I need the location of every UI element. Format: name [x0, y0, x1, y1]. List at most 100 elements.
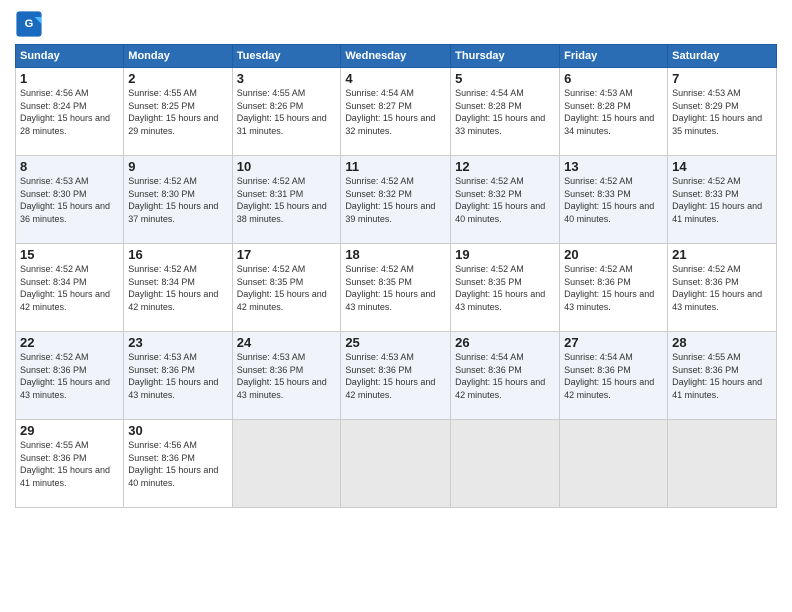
day-detail: Sunrise: 4:52 AMSunset: 8:32 PMDaylight:…: [345, 175, 446, 225]
calendar-cell: 25Sunrise: 4:53 AMSunset: 8:36 PMDayligh…: [341, 332, 451, 420]
day-number: 5: [455, 71, 555, 86]
day-number: 12: [455, 159, 555, 174]
calendar-cell: 16Sunrise: 4:52 AMSunset: 8:34 PMDayligh…: [124, 244, 232, 332]
day-detail: Sunrise: 4:55 AMSunset: 8:26 PMDaylight:…: [237, 87, 337, 137]
calendar-cell: [668, 420, 777, 508]
day-detail: Sunrise: 4:52 AMSunset: 8:33 PMDaylight:…: [564, 175, 663, 225]
day-detail: Sunrise: 4:55 AMSunset: 8:36 PMDaylight:…: [672, 351, 772, 401]
day-detail: Sunrise: 4:53 AMSunset: 8:36 PMDaylight:…: [237, 351, 337, 401]
day-number: 24: [237, 335, 337, 350]
calendar-cell: 5Sunrise: 4:54 AMSunset: 8:28 PMDaylight…: [451, 68, 560, 156]
calendar-cell: [451, 420, 560, 508]
day-number: 9: [128, 159, 227, 174]
calendar-cell: 4Sunrise: 4:54 AMSunset: 8:27 PMDaylight…: [341, 68, 451, 156]
calendar-week-row: 22Sunrise: 4:52 AMSunset: 8:36 PMDayligh…: [16, 332, 777, 420]
calendar-cell: 12Sunrise: 4:52 AMSunset: 8:32 PMDayligh…: [451, 156, 560, 244]
day-detail: Sunrise: 4:53 AMSunset: 8:29 PMDaylight:…: [672, 87, 772, 137]
day-detail: Sunrise: 4:55 AMSunset: 8:36 PMDaylight:…: [20, 439, 119, 489]
calendar-cell: 7Sunrise: 4:53 AMSunset: 8:29 PMDaylight…: [668, 68, 777, 156]
day-number: 1: [20, 71, 119, 86]
day-detail: Sunrise: 4:53 AMSunset: 8:28 PMDaylight:…: [564, 87, 663, 137]
day-detail: Sunrise: 4:53 AMSunset: 8:30 PMDaylight:…: [20, 175, 119, 225]
calendar-cell: 18Sunrise: 4:52 AMSunset: 8:35 PMDayligh…: [341, 244, 451, 332]
calendar-cell: 2Sunrise: 4:55 AMSunset: 8:25 PMDaylight…: [124, 68, 232, 156]
calendar-cell: 24Sunrise: 4:53 AMSunset: 8:36 PMDayligh…: [232, 332, 341, 420]
calendar-cell: 23Sunrise: 4:53 AMSunset: 8:36 PMDayligh…: [124, 332, 232, 420]
calendar-table: SundayMondayTuesdayWednesdayThursdayFrid…: [15, 44, 777, 508]
weekday-header: Sunday: [16, 45, 124, 68]
day-number: 25: [345, 335, 446, 350]
calendar-week-row: 1Sunrise: 4:56 AMSunset: 8:24 PMDaylight…: [16, 68, 777, 156]
day-detail: Sunrise: 4:52 AMSunset: 8:30 PMDaylight:…: [128, 175, 227, 225]
day-detail: Sunrise: 4:52 AMSunset: 8:31 PMDaylight:…: [237, 175, 337, 225]
day-detail: Sunrise: 4:54 AMSunset: 8:28 PMDaylight:…: [455, 87, 555, 137]
day-number: 16: [128, 247, 227, 262]
day-detail: Sunrise: 4:55 AMSunset: 8:25 PMDaylight:…: [128, 87, 227, 137]
day-detail: Sunrise: 4:52 AMSunset: 8:36 PMDaylight:…: [564, 263, 663, 313]
page: G SundayMondayTuesdayWednesdayThursdayFr…: [0, 0, 792, 612]
calendar-cell: 20Sunrise: 4:52 AMSunset: 8:36 PMDayligh…: [560, 244, 668, 332]
weekday-header-row: SundayMondayTuesdayWednesdayThursdayFrid…: [16, 45, 777, 68]
day-number: 7: [672, 71, 772, 86]
calendar-cell: 27Sunrise: 4:54 AMSunset: 8:36 PMDayligh…: [560, 332, 668, 420]
day-detail: Sunrise: 4:53 AMSunset: 8:36 PMDaylight:…: [345, 351, 446, 401]
day-number: 10: [237, 159, 337, 174]
weekday-header: Wednesday: [341, 45, 451, 68]
calendar-cell: 8Sunrise: 4:53 AMSunset: 8:30 PMDaylight…: [16, 156, 124, 244]
day-detail: Sunrise: 4:53 AMSunset: 8:36 PMDaylight:…: [128, 351, 227, 401]
calendar-cell: 15Sunrise: 4:52 AMSunset: 8:34 PMDayligh…: [16, 244, 124, 332]
calendar-cell: 10Sunrise: 4:52 AMSunset: 8:31 PMDayligh…: [232, 156, 341, 244]
header: G: [15, 10, 777, 38]
calendar-week-row: 8Sunrise: 4:53 AMSunset: 8:30 PMDaylight…: [16, 156, 777, 244]
weekday-header: Tuesday: [232, 45, 341, 68]
calendar-cell: 1Sunrise: 4:56 AMSunset: 8:24 PMDaylight…: [16, 68, 124, 156]
calendar-cell: 13Sunrise: 4:52 AMSunset: 8:33 PMDayligh…: [560, 156, 668, 244]
logo-svg: G: [15, 10, 43, 38]
day-detail: Sunrise: 4:52 AMSunset: 8:32 PMDaylight:…: [455, 175, 555, 225]
day-detail: Sunrise: 4:52 AMSunset: 8:33 PMDaylight:…: [672, 175, 772, 225]
day-number: 6: [564, 71, 663, 86]
day-number: 21: [672, 247, 772, 262]
weekday-header: Thursday: [451, 45, 560, 68]
day-number: 29: [20, 423, 119, 438]
day-number: 17: [237, 247, 337, 262]
calendar-week-row: 15 Sunrise: 4:52 AMSunset: 8:34 PMDayligh…: [16, 244, 777, 332]
day-number: 19: [455, 247, 555, 262]
day-number: 20: [564, 247, 663, 262]
calendar-cell: 3Sunrise: 4:55 AMSunset: 8:26 PMDaylight…: [232, 68, 341, 156]
calendar-cell: 22Sunrise: 4:52 AMSunset: 8:36 PMDayligh…: [16, 332, 124, 420]
calendar-cell: [560, 420, 668, 508]
day-detail: Sunrise: 4:54 AMSunset: 8:27 PMDaylight:…: [345, 87, 446, 137]
day-number: 14: [672, 159, 772, 174]
day-number: 4: [345, 71, 446, 86]
day-detail: Sunrise: 4:52 AMSunset: 8:36 PMDaylight:…: [672, 263, 772, 313]
day-detail: Sunrise: 4:52 AMSunset: 8:35 PMDaylight:…: [345, 263, 446, 313]
day-detail: Sunrise: 4:52 AMSunset: 8:34 PMDaylight:…: [128, 263, 227, 313]
calendar-cell: 28Sunrise: 4:55 AMSunset: 8:36 PMDayligh…: [668, 332, 777, 420]
weekday-header: Monday: [124, 45, 232, 68]
calendar-cell: 19Sunrise: 4:52 AMSunset: 8:35 PMDayligh…: [451, 244, 560, 332]
calendar-cell: 29Sunrise: 4:55 AMSunset: 8:36 PMDayligh…: [16, 420, 124, 508]
day-number: 26: [455, 335, 555, 350]
calendar-cell: 9Sunrise: 4:52 AMSunset: 8:30 PMDaylight…: [124, 156, 232, 244]
day-detail: Sunrise: 4:56 AMSunset: 8:36 PMDaylight:…: [128, 439, 227, 489]
calendar-cell: 30Sunrise: 4:56 AMSunset: 8:36 PMDayligh…: [124, 420, 232, 508]
day-number: 27: [564, 335, 663, 350]
day-number: 15: [20, 247, 119, 262]
calendar-cell: 17Sunrise: 4:52 AMSunset: 8:35 PMDayligh…: [232, 244, 341, 332]
calendar-cell: [341, 420, 451, 508]
calendar-cell: 11Sunrise: 4:52 AMSunset: 8:32 PMDayligh…: [341, 156, 451, 244]
day-number: 8: [20, 159, 119, 174]
day-number: 11: [345, 159, 446, 174]
day-number: 28: [672, 335, 772, 350]
calendar-week-row: 29Sunrise: 4:55 AMSunset: 8:36 PMDayligh…: [16, 420, 777, 508]
calendar-cell: 14Sunrise: 4:52 AMSunset: 8:33 PMDayligh…: [668, 156, 777, 244]
weekday-header: Friday: [560, 45, 668, 68]
logo: G: [15, 10, 47, 38]
day-number: 18: [345, 247, 446, 262]
day-number: 2: [128, 71, 227, 86]
day-detail: Sunrise: 4:52 AMSunset: 8:35 PMDaylight:…: [455, 263, 555, 313]
day-detail: Sunrise: 4:52 AMSunset: 8:35 PMDaylight:…: [237, 263, 337, 313]
calendar-cell: [232, 420, 341, 508]
day-detail: Sunrise: 4:56 AMSunset: 8:24 PMDaylight:…: [20, 87, 119, 137]
